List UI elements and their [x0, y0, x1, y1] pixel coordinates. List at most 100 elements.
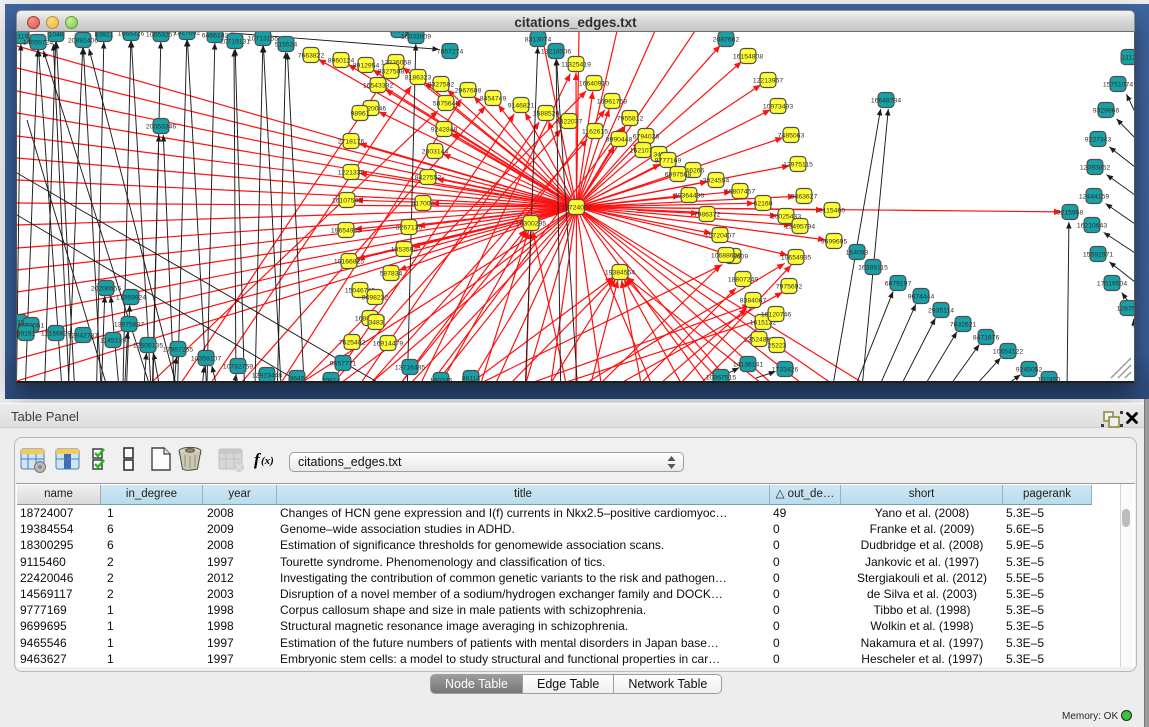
svg-text:8912954: 8912954 — [353, 62, 380, 69]
svg-text:9227343: 9227343 — [1085, 136, 1112, 143]
svg-text:10782759: 10782759 — [223, 363, 253, 370]
svg-text:8427552: 8427552 — [415, 174, 442, 181]
svg-text:8454749: 8454749 — [480, 95, 507, 102]
svg-text:8186323: 8186323 — [405, 74, 432, 81]
svg-text:12444159: 12444159 — [1079, 193, 1109, 200]
svg-text:16389115: 16389115 — [858, 264, 888, 271]
svg-text:19654935: 19654935 — [781, 254, 811, 261]
svg-text:13495794: 13495794 — [785, 223, 815, 230]
svg-text:1046: 1046 — [48, 32, 63, 38]
svg-text:8322037: 8322037 — [556, 118, 583, 125]
svg-text:12156829: 12156829 — [41, 330, 71, 337]
svg-text:11325419: 11325419 — [561, 61, 591, 68]
svg-text:587834: 587834 — [380, 270, 403, 277]
svg-text:7663822: 7663822 — [298, 52, 325, 59]
svg-text:9645: 9645 — [289, 375, 304, 382]
svg-text:1733426: 1733426 — [772, 366, 799, 373]
svg-text:1112: 1112 — [1122, 54, 1135, 61]
svg-text:19384554: 19384554 — [605, 269, 635, 276]
svg-text:9245052: 9245052 — [1016, 366, 1043, 373]
svg-text:16807457: 16807457 — [725, 188, 755, 195]
svg-text:16033809: 16033809 — [401, 33, 431, 40]
svg-text:3483: 3483 — [368, 319, 383, 326]
svg-text:9329966: 9329966 — [1093, 107, 1120, 114]
svg-text:2803144: 2803144 — [422, 148, 449, 155]
svg-text:13218506: 13218506 — [541, 48, 571, 55]
svg-text:12093852: 12093852 — [1080, 164, 1110, 171]
svg-text:18300295: 18300295 — [516, 220, 546, 227]
svg-text:19166825: 19166825 — [334, 258, 364, 265]
svg-text:515524: 515524 — [275, 41, 298, 48]
svg-text:12942737: 12942737 — [68, 332, 98, 339]
svg-text:16640910: 16640910 — [579, 80, 609, 87]
svg-text:20053346: 20053346 — [146, 123, 176, 130]
svg-text:16107543: 16107543 — [332, 197, 362, 204]
svg-text:10688609: 10688609 — [711, 252, 741, 259]
svg-text:17016504: 17016504 — [1097, 280, 1127, 287]
svg-text:3267130: 3267130 — [396, 224, 423, 231]
svg-text:8313074: 8313074 — [525, 36, 552, 43]
svg-text:15692971: 15692971 — [1083, 251, 1113, 258]
svg-text:2967608: 2967608 — [455, 87, 482, 94]
svg-text:1353594: 1353594 — [391, 246, 418, 253]
svg-text:20891406: 20891406 — [68, 37, 98, 44]
svg-text:9463627: 9463627 — [791, 193, 818, 200]
svg-text:18724007: 18724007 — [561, 204, 591, 211]
svg-text:(x): (x) — [261, 455, 274, 467]
svg-text:9457771: 9457771 — [330, 360, 357, 367]
svg-text:12505135: 12505135 — [133, 342, 163, 349]
svg-text:20364436: 20364436 — [674, 192, 704, 199]
svg-text:20206555: 20206555 — [91, 285, 121, 292]
svg-text:7955812: 7955812 — [617, 115, 644, 122]
svg-text:13716485: 13716485 — [395, 364, 425, 371]
svg-text:86114: 86114 — [462, 375, 481, 382]
svg-text:1145139: 1145139 — [100, 337, 126, 344]
svg-text:9327502: 9327502 — [428, 81, 455, 88]
svg-text:83921: 83921 — [95, 32, 114, 38]
svg-text:9242848: 9242848 — [431, 126, 458, 133]
svg-text:10973493: 10973493 — [763, 103, 793, 110]
svg-text:12213967: 12213967 — [753, 77, 783, 84]
svg-text:25223: 25223 — [768, 342, 787, 349]
svg-text:10719131: 10719131 — [220, 38, 250, 45]
svg-text:9146821: 9146821 — [508, 102, 535, 109]
svg-text:3215958: 3215958 — [1057, 209, 1084, 216]
svg-text:2935114: 2935114 — [928, 307, 954, 314]
svg-text:7857274: 7857274 — [437, 48, 464, 55]
svg-text:18807249: 18807249 — [728, 276, 758, 283]
svg-text:164093: 164093 — [846, 249, 869, 256]
svg-text:19654935: 19654935 — [331, 227, 361, 234]
svg-text:1065326: 1065326 — [118, 32, 145, 37]
svg-text:12975115: 12975115 — [783, 161, 813, 168]
svg-text:6897568: 6897568 — [665, 171, 692, 178]
svg-text:6879197: 6879197 — [885, 280, 912, 287]
svg-text:8990448: 8990448 — [606, 136, 633, 143]
svg-text:5875645: 5875645 — [433, 100, 460, 107]
svg-text:39151: 39151 — [17, 330, 36, 337]
svg-text:98961: 98961 — [351, 110, 370, 117]
svg-text:7986372: 7986372 — [694, 211, 721, 218]
svg-text:1162615: 1162615 — [582, 128, 608, 135]
svg-text:62160: 62160 — [754, 200, 773, 207]
svg-text:8471676: 8471676 — [973, 334, 1000, 341]
svg-text:17957255: 17957255 — [163, 346, 193, 353]
svg-text:8960124: 8960124 — [328, 57, 355, 64]
svg-text:20614: 20614 — [322, 377, 341, 382]
svg-text:160746: 160746 — [430, 377, 453, 382]
svg-text:1588520: 1588520 — [533, 110, 560, 117]
svg-text:16120746: 16120746 — [761, 311, 791, 318]
svg-text:10358107: 10358107 — [191, 355, 221, 362]
svg-text:10653267: 10653267 — [146, 32, 176, 38]
svg-text:7975692: 7975692 — [776, 283, 803, 290]
svg-text:126753: 126753 — [1117, 305, 1135, 312]
svg-text:1221339: 1221339 — [338, 169, 365, 176]
svg-text:102450: 102450 — [1038, 376, 1061, 382]
svg-text:12923448: 12923448 — [252, 372, 282, 379]
svg-text:16210643: 16210643 — [1077, 222, 1107, 229]
svg-text:14136141: 14136141 — [733, 361, 763, 368]
svg-text:2718176: 2718176 — [338, 138, 365, 145]
svg-text:7632621: 7632621 — [950, 321, 977, 328]
svg-text:1327602: 1327602 — [174, 32, 201, 36]
svg-text:15751074: 15751074 — [1103, 81, 1133, 88]
svg-text:3024554: 3024554 — [703, 177, 730, 184]
